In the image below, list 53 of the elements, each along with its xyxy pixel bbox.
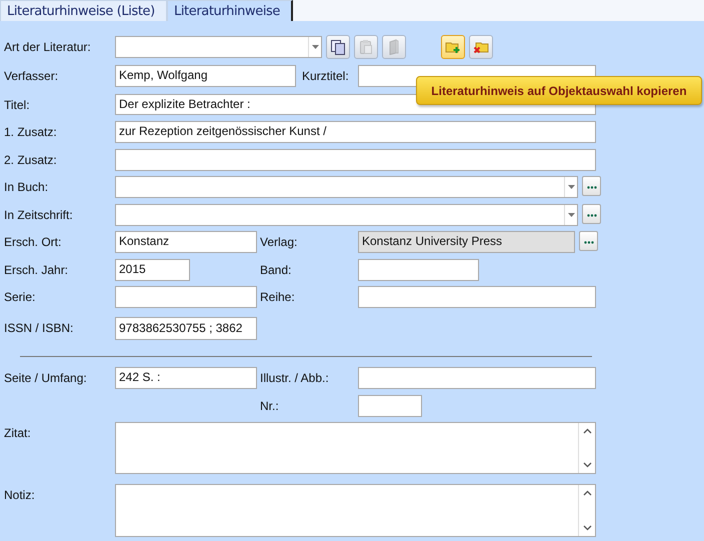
field-label: Verlag: (260, 234, 298, 249)
input-field[interactable]: zur Rezeption zeitgenössischer Kunst / (115, 121, 596, 143)
dropdown-field[interactable] (115, 204, 578, 226)
copy-button[interactable] (326, 35, 350, 59)
field-label: 1. Zusatz: (3, 124, 58, 139)
dropdown-field[interactable] (115, 36, 322, 58)
lookup-button[interactable] (582, 176, 601, 196)
field-label: In Zeitschrift: (3, 207, 74, 222)
dots-icon (586, 186, 596, 189)
field-label: Nr.: (260, 398, 280, 413)
dots-icon (586, 214, 596, 217)
field-label: In Buch: (3, 179, 50, 194)
input-field[interactable] (115, 286, 257, 308)
input-field[interactable]: Konstanz University Press (358, 231, 575, 253)
tab[interactable]: Literaturhinweise (Liste) (0, 0, 167, 21)
input-field[interactable] (358, 367, 596, 389)
field-label: Verfasser: (3, 68, 60, 83)
lookup-button[interactable] (579, 231, 598, 251)
caret-icon (312, 45, 318, 49)
lookup-button[interactable] (582, 204, 601, 224)
tooltip: Literaturhinweis auf Objektauswahl kopieren (416, 76, 702, 105)
input-field[interactable] (358, 259, 479, 281)
dots-icon (584, 241, 594, 244)
dropdown-field[interactable] (115, 176, 578, 198)
field-label: Reihe: (260, 289, 296, 304)
caret-icon (568, 185, 574, 189)
clipboard-icon (358, 39, 374, 55)
add-button[interactable] (441, 35, 465, 59)
tab[interactable]: Literaturhinweise (167, 0, 293, 21)
field-label: ISSN / ISBN: (3, 320, 74, 335)
field-label: Illustr. / Abb.: (260, 370, 330, 385)
field-label: Notiz: (3, 487, 36, 502)
field-label: Ersch. Jahr: (3, 262, 70, 277)
input-field[interactable] (358, 395, 422, 417)
field-label: 2. Zusatz: (3, 152, 58, 167)
field-label: Seite / Umfang: (3, 370, 88, 385)
input-field[interactable]: Konstanz (115, 231, 257, 253)
field-label: Band: (260, 262, 292, 277)
field-label: Ersch. Ort: (3, 234, 62, 249)
input-field[interactable]: 9783862530755 ; 3862 (115, 317, 257, 340)
copy-icon (330, 39, 346, 55)
input-field[interactable]: 242 S. : (115, 367, 257, 389)
delete-button[interactable] (469, 35, 493, 59)
field-label: Zitat: (3, 425, 32, 440)
field-label: Titel: (3, 97, 31, 112)
field-label: Kurztitel: (302, 68, 350, 83)
input-field[interactable] (115, 149, 596, 171)
input-field[interactable]: 2015 (115, 259, 190, 281)
input-field[interactable]: Kemp, Wolfgang (115, 65, 296, 87)
field-label: Serie: (3, 289, 36, 304)
input-field[interactable] (358, 286, 596, 308)
caret-icon (568, 213, 574, 217)
field-label: Art der Literatur: (3, 39, 92, 54)
